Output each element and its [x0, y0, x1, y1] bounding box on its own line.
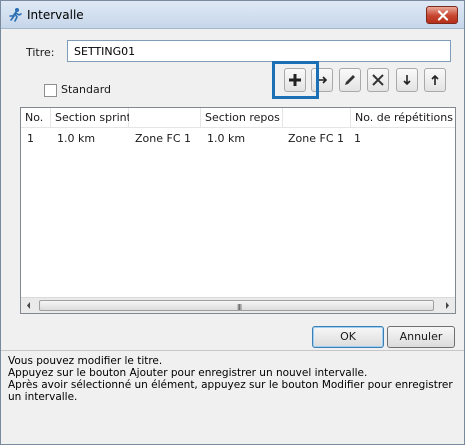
window-title: Intervalle — [27, 8, 84, 22]
dialog-body: Titre: Standard — [1, 30, 464, 350]
column-header[interactable]: No. de répétitions — [351, 108, 455, 128]
scroll-left-icon — [27, 302, 30, 309]
close-button[interactable] — [426, 6, 458, 24]
close-icon — [437, 10, 449, 21]
arrow-up-icon — [431, 74, 439, 85]
ok-button[interactable]: OK — [312, 326, 384, 348]
add-button-highlight — [272, 61, 319, 99]
scroll-right-icon — [446, 302, 449, 309]
standard-checkbox[interactable] — [44, 84, 57, 97]
column-header[interactable]: No. — [21, 108, 51, 128]
pencil-icon — [345, 75, 355, 85]
scrollbar-thumb[interactable]: III — [39, 300, 434, 312]
horizontal-scrollbar[interactable]: III — [21, 297, 455, 313]
delete-button[interactable] — [367, 68, 389, 92]
cancel-button[interactable]: Annuler — [387, 326, 455, 348]
column-header[interactable]: Section repos — [201, 108, 283, 128]
column-header[interactable] — [283, 108, 351, 128]
edit-button[interactable] — [339, 68, 361, 92]
scroll-left-button[interactable] — [21, 298, 37, 313]
help-text: Après avoir sélectionné un élément, appu… — [8, 379, 453, 403]
move-down-button[interactable] — [396, 68, 418, 92]
intervalle-dialog: Intervalle Titre: Standard — [0, 0, 465, 445]
column-header[interactable] — [129, 108, 201, 128]
titre-label: Titre: — [26, 46, 55, 59]
column-header[interactable]: Section sprint — [51, 108, 131, 128]
table-cell: 1.0 km — [57, 132, 96, 145]
help-panel: Vous pouvez modifier le titre. Appuyez s… — [1, 350, 464, 444]
x-icon — [372, 74, 384, 86]
title-bar[interactable]: Intervalle — [1, 1, 464, 29]
runner-icon — [7, 7, 23, 23]
table-cell: 1.0 km — [207, 132, 246, 145]
scroll-right-button[interactable] — [439, 298, 455, 313]
table-cell: Zone FC 1 — [288, 132, 345, 145]
arrow-down-icon — [403, 75, 411, 86]
table-cell: 1 — [27, 132, 34, 145]
scroll-grip: III — [237, 303, 242, 312]
titre-input[interactable] — [67, 40, 451, 62]
table-cell: 1 — [354, 132, 361, 145]
table-cell: Zone FC 1 — [135, 132, 192, 145]
interval-list[interactable]: No. Section sprint Section repos No. de … — [20, 107, 456, 314]
move-up-button[interactable] — [424, 68, 446, 92]
standard-label: Standard — [61, 83, 112, 96]
help-text: Appuyez sur le bouton Ajouter pour enreg… — [8, 367, 368, 379]
help-text: Vous pouvez modifier le titre. — [8, 355, 163, 367]
